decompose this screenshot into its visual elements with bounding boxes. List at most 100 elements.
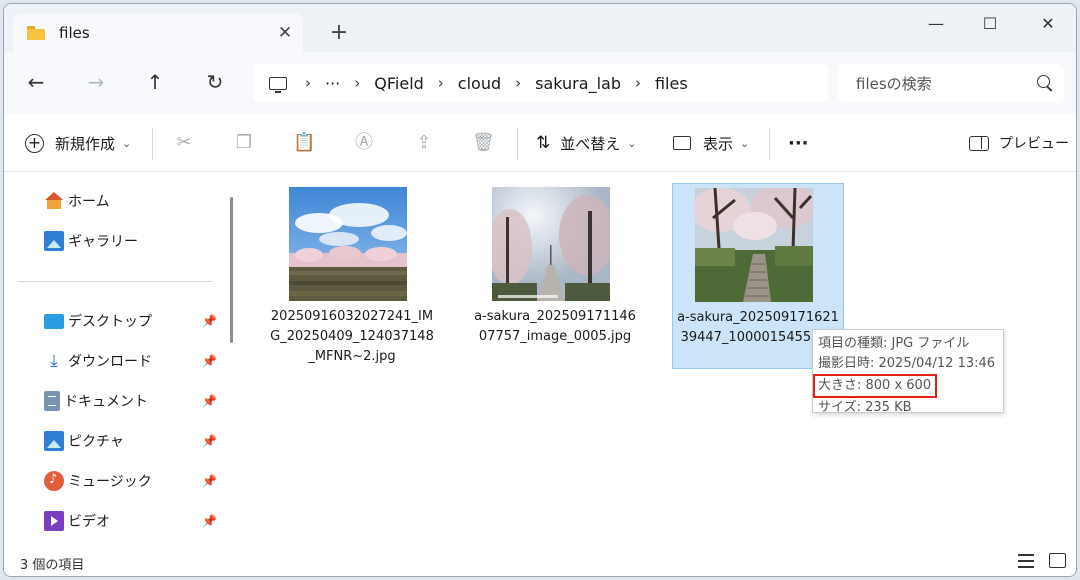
search-input[interactable]: filesの検索 — [838, 64, 1064, 102]
breadcrumb-separator[interactable]: › — [354, 74, 360, 92]
breadcrumb-separator[interactable]: › — [515, 74, 521, 92]
tooltip-date-taken: 撮影日時: 2025/04/12 13:46 — [818, 356, 996, 371]
this-pc-icon[interactable] — [269, 76, 287, 93]
breadcrumb-ellipsis[interactable]: ··· — [325, 74, 340, 93]
search-icon — [1037, 75, 1050, 88]
breadcrumb-item-qfield[interactable]: QField — [374, 74, 424, 93]
sidebar-item-label: ホーム — [68, 194, 110, 210]
tab-label: files — [59, 24, 90, 42]
sidebar-item-videos[interactable]: ビデオ — [44, 508, 110, 534]
sidebar-item-gallery[interactable]: ギャラリー — [44, 228, 138, 254]
command-bar: + 新規作成 ⌄ ✂ ❐ 📋 Ⓐ ⇪ 🗑 ⇅ 並べ替え ⌄ 表示 ⌄ ··· プ… — [4, 114, 1076, 172]
gallery-icon — [44, 231, 64, 251]
pin-icon[interactable]: 📌 — [202, 474, 217, 488]
sidebar-item-desktop[interactable]: デスクトップ — [44, 308, 152, 334]
sidebar-item-label: ダウンロード — [68, 354, 152, 370]
image-thumbnail — [695, 188, 813, 302]
sidebar-item-label: ピクチャ — [68, 434, 124, 450]
up-button[interactable]: ↑ — [140, 67, 170, 97]
view-label: 表示 — [703, 134, 734, 153]
cut-icon[interactable]: ✂ — [173, 132, 195, 154]
sidebar-item-pictures[interactable]: ピクチャ — [44, 428, 124, 454]
file-item[interactable]: 20250916032027241_IMG_20250409_124037148… — [267, 183, 439, 369]
file-explorer-window: files ✕ + — ☐ ✕ ← → ↑ ↻ › ··· › QField ›… — [3, 3, 1077, 577]
sort-button[interactable]: ⇅ 並べ替え ⌄ — [536, 129, 636, 157]
tab-close-button[interactable]: ✕ — [275, 23, 295, 43]
new-tab-button[interactable]: + — [327, 21, 351, 45]
new-button[interactable]: + 新規作成 ⌄ — [25, 129, 131, 157]
file-info-tooltip: 項目の種類: JPG ファイル 撮影日時: 2025/04/12 13:46 大… — [812, 329, 1004, 415]
pin-icon[interactable]: 📌 — [202, 354, 217, 368]
sidebar-scrollbar[interactable] — [230, 197, 233, 343]
sort-icon: ⇅ — [536, 133, 551, 153]
status-bar: 3 個の項目 — [4, 544, 1076, 576]
navigation-pane: ホーム ギャラリー デスクトップ 📌 ⤓ ダウンロード 📌 ドキュメント 📌 ピ… — [4, 173, 241, 544]
preview-pane-button[interactable]: プレビュー — [969, 129, 1069, 157]
view-icon — [673, 136, 691, 150]
pin-icon[interactable]: 📌 — [202, 394, 217, 408]
maximize-button[interactable]: ☐ — [970, 9, 1010, 39]
delete-icon[interactable]: 🗑 — [472, 132, 495, 154]
file-name: a-sakura_20250917114607757_image_0005.jp… — [474, 309, 636, 344]
divider — [18, 281, 212, 282]
pictures-icon — [44, 431, 64, 451]
breadcrumb-separator[interactable]: › — [438, 74, 444, 92]
sidebar-item-music[interactable]: ミュージック — [44, 468, 152, 494]
divider — [517, 128, 518, 160]
close-window-button[interactable]: ✕ — [1028, 9, 1068, 39]
share-icon[interactable]: ⇪ — [413, 132, 435, 154]
desktop-icon — [44, 313, 64, 329]
chevron-down-icon: ⌄ — [122, 136, 132, 150]
tooltip-file-size: サイズ: 235 KB — [818, 400, 912, 415]
sort-label: 並べ替え — [560, 134, 621, 153]
pin-icon[interactable]: 📌 — [202, 314, 217, 328]
preview-label: プレビュー — [999, 136, 1069, 152]
divider — [152, 128, 153, 160]
pin-icon[interactable]: 📌 — [202, 514, 217, 528]
image-thumbnail — [492, 187, 610, 301]
minimize-button[interactable]: — — [916, 9, 956, 39]
sidebar-item-label: ドキュメント — [64, 394, 148, 410]
more-options-button[interactable]: ··· — [788, 129, 809, 157]
image-thumbnail — [289, 187, 407, 301]
forward-button[interactable]: → — [81, 67, 111, 97]
video-icon — [44, 511, 64, 531]
view-button[interactable]: 表示 ⌄ — [673, 129, 749, 157]
tooltip-file-type: 項目の種類: JPG ファイル — [818, 336, 970, 351]
file-item[interactable]: a-sakura_20250917114607757_image_0005.jp… — [470, 183, 642, 369]
file-name: 20250916032027241_IMG_20250409_124037148… — [270, 309, 434, 364]
sidebar-item-downloads[interactable]: ⤓ ダウンロード — [44, 348, 152, 374]
item-count: 3 個の項目 — [20, 558, 85, 573]
breadcrumb-item-cloud[interactable]: cloud — [458, 74, 501, 93]
breadcrumb[interactable]: › ··· › QField › cloud › sakura_lab › fi… — [253, 64, 828, 102]
breadcrumb-item-files[interactable]: files — [655, 74, 688, 93]
pin-icon[interactable]: 📌 — [202, 434, 217, 448]
refresh-button[interactable]: ↻ — [200, 67, 230, 97]
details-view-icon[interactable] — [1018, 554, 1034, 568]
tab-files[interactable]: files ✕ — [13, 14, 303, 52]
sidebar-item-home[interactable]: ホーム — [44, 188, 110, 214]
chevron-down-icon: ⌄ — [627, 136, 637, 150]
title-bar: files ✕ + — ☐ ✕ — [4, 4, 1076, 52]
paste-icon[interactable]: 📋 — [293, 132, 315, 154]
sidebar-item-label: ミュージック — [68, 474, 152, 490]
large-icons-view-icon[interactable] — [1049, 553, 1066, 568]
back-button[interactable]: ← — [21, 67, 51, 97]
breadcrumb-separator[interactable]: › — [305, 74, 311, 92]
rename-icon[interactable]: Ⓐ — [353, 132, 375, 154]
home-icon — [44, 191, 64, 211]
plus-circle-icon: + — [25, 133, 44, 153]
divider — [769, 128, 770, 160]
address-bar: ← → ↑ ↻ › ··· › QField › cloud › sakura_… — [4, 52, 1076, 114]
breadcrumb-item-sakura-lab[interactable]: sakura_lab — [535, 74, 621, 93]
breadcrumb-separator[interactable]: › — [635, 74, 641, 92]
music-icon — [44, 471, 64, 491]
documents-icon — [44, 391, 60, 411]
search-placeholder: filesの検索 — [856, 74, 932, 93]
sidebar-item-documents[interactable]: ドキュメント — [44, 388, 148, 414]
new-label: 新規作成 — [55, 134, 116, 153]
folder-icon — [27, 26, 45, 40]
preview-pane-icon — [969, 135, 989, 151]
copy-icon[interactable]: ❐ — [233, 132, 255, 154]
sidebar-item-label: ビデオ — [68, 514, 110, 530]
